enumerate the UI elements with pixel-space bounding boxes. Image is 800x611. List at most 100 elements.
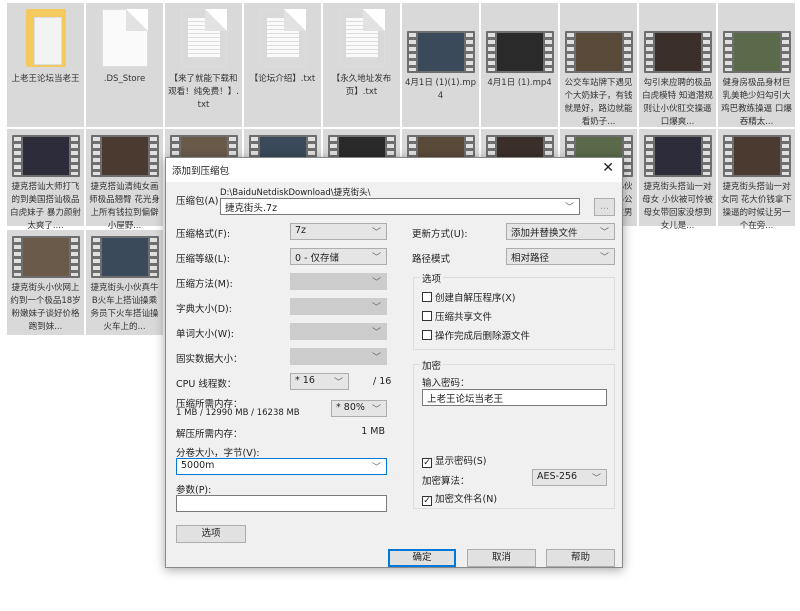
file-name: 捷克街头搭讪一对女同 花大价钱拿下操逼的时候让另一个在旁... (721, 182, 792, 231)
solid-select[interactable]: ﹀ (290, 348, 387, 365)
file-item[interactable]: 【论坛介绍】.txt (244, 3, 321, 127)
file-name: 捷克街头小伙网上约到一个极品18岁粉嫩妹子谈好价格跑到妹... (10, 283, 81, 332)
path-mode-select[interactable]: 相对路径 ﹀ (506, 248, 615, 265)
archive-name-combo[interactable]: 捷克街头.7z ﹀ (220, 198, 580, 215)
text-file-icon (338, 9, 385, 67)
format-select[interactable]: 7z ﹀ (290, 223, 387, 240)
video-thumbnail-icon (643, 31, 712, 73)
file-item[interactable]: 捷克搭讪清纯女画师极品翘臀 花光身上所有钱拉到偏僻小屋野... (86, 129, 163, 231)
video-thumbnail-icon (406, 31, 475, 73)
dict-select[interactable]: ﹀ (290, 298, 387, 315)
chevron-down-icon: ﹀ (371, 253, 381, 263)
update-value: 添加并替换文件 (511, 228, 578, 239)
params-label: 参数(P): (176, 485, 212, 496)
close-icon[interactable]: ✕ (602, 160, 614, 176)
text-file-icon (180, 9, 227, 67)
sfx-label: 创建自解压程序(X) (435, 293, 516, 304)
update-label: 更新方式(U): (412, 229, 468, 240)
checkmark-icon: ✓ (422, 458, 432, 468)
checkbox-icon (422, 330, 432, 340)
enc-method-value: AES-256 (537, 471, 578, 482)
ok-button[interactable]: 确定 (388, 549, 456, 567)
file-name: 【来了就能下载和观看！纯免费！】.txt (168, 74, 239, 110)
file-name: 勾引来应聘的极品白虎模特 知道潜规则让小伙肛交操逼口爆爽... (642, 78, 713, 127)
file-name: 捷克搭讪清纯女画师极品翘臀 花光身上所有钱拉到偏僻小屋野... (89, 182, 160, 231)
method-select[interactable]: ﹀ (290, 273, 387, 290)
options-group: 选项 创建自解压程序(X) 压缩共享文件 操作完成后删除源文件 (413, 271, 615, 350)
file-item[interactable]: 捷克街头小伙真牛B火车上搭讪操乘务员下火车搭讪操火车上的... (86, 230, 163, 335)
mem-percent-select[interactable]: * 80% ﹀ (331, 400, 387, 417)
file-item[interactable]: 健身房极品身材巨乳美艳少妇勾引大鸡巴教练操逼 口爆吞精太... (718, 3, 795, 127)
file-name: 4月1日 (1)(1).mp4 (405, 78, 476, 101)
chevron-down-icon: ﹀ (564, 203, 574, 213)
params-input[interactable] (176, 495, 387, 512)
add-to-archive-dialog: 添加到压缩包 ✕ 压缩包(A) D:\BaiduNetdiskDownload\… (165, 157, 623, 568)
level-select[interactable]: 0 - 仅存储 ﹀ (290, 248, 387, 265)
options-button[interactable]: 选项 (176, 525, 246, 543)
encryption-group-title: 加密 (420, 358, 444, 372)
folder-icon (25, 9, 66, 67)
cpu-max: / 16 (373, 376, 392, 387)
file-name: 【论坛介绍】.txt (249, 74, 316, 84)
file-item[interactable]: 公交车站牌下遇见个大奶妹子，有钱就是好，路边就能看奶子... (560, 3, 637, 127)
format-label: 压缩格式(F): (176, 229, 231, 240)
decomp-label: 解压所需内存： (176, 429, 243, 440)
video-thumbnail-icon (643, 135, 712, 177)
video-thumbnail-icon (722, 135, 791, 177)
browse-button[interactable]: ... (594, 198, 615, 216)
file-item[interactable]: .DS_Store (86, 3, 163, 127)
file-name: 捷克搭讪大师打飞的到美国搭讪极品白虎妹子 暴力颜射太爽了.... (10, 182, 81, 231)
password-label: 输入密码： (422, 378, 470, 389)
file-item[interactable]: 勾引来应聘的极品白虎模特 知道潜规则让小伙肛交操逼口爆爽... (639, 3, 716, 127)
checkbox-icon (422, 292, 432, 302)
video-thumbnail-icon (722, 31, 791, 73)
enc-method-label: 加密算法： (422, 476, 470, 487)
show-password-checkbox[interactable]: ✓ 显示密码(S) (422, 453, 486, 468)
chevron-down-icon: ﹀ (591, 474, 601, 484)
format-value: 7z (295, 225, 307, 236)
dialog-titlebar: 添加到压缩包 ✕ (166, 158, 622, 182)
encrypt-names-checkbox[interactable]: ✓ 加密文件名(N) (422, 491, 497, 506)
cancel-button[interactable]: 取消 (467, 549, 536, 567)
chevron-down-icon: ﹀ (371, 328, 381, 338)
file-item[interactable]: 上老王论坛当老王 (7, 3, 84, 127)
chevron-down-icon: ﹀ (371, 278, 381, 288)
file-item[interactable]: 【永久地址发布页】.txt (323, 3, 400, 127)
enc-method-select[interactable]: AES-256 ﹀ (532, 469, 607, 486)
file-item[interactable]: 4月1日 (1)(1).mp4 (402, 3, 479, 127)
chevron-down-icon: ﹀ (371, 463, 381, 473)
file-item[interactable]: 【来了就能下载和观看！纯免费！】.txt (165, 3, 242, 127)
video-thumbnail-icon (11, 135, 80, 177)
mem-percent-value: * 80% (336, 402, 365, 413)
help-button[interactable]: 帮助 (546, 549, 615, 567)
shared-label: 压缩共享文件 (435, 312, 493, 323)
mem-value: 1 MB / 12990 MB / 16238 MB (176, 408, 300, 418)
file-item[interactable]: 捷克街头搭讪一对母女 小伙被可怜被母女带回家没想到女儿是... (639, 129, 716, 231)
video-thumbnail-icon (11, 236, 80, 278)
shared-checkbox[interactable]: 压缩共享文件 (422, 309, 492, 323)
word-label: 单词大小(W): (176, 329, 235, 340)
password-input[interactable]: 上老王论坛当老王 (422, 389, 607, 406)
split-size-combo[interactable]: 5000m ﹀ (176, 458, 387, 475)
method-label: 压缩方法(M): (176, 279, 233, 290)
file-item[interactable]: 捷克街头搭讪一对女同 花大价钱拿下操逼的时候让另一个在旁... (718, 129, 795, 231)
sfx-checkbox[interactable]: 创建自解压程序(X) (422, 290, 515, 304)
cpu-label: CPU 线程数： (176, 379, 237, 390)
update-select[interactable]: 添加并替换文件 ﹀ (506, 223, 615, 240)
options-group-title: 选项 (420, 271, 444, 285)
file-name: 捷克街头搭讪一对母女 小伙被可怜被母女带回家没想到女儿是... (642, 182, 713, 231)
encryption-group: 加密 输入密码： 上老王论坛当老王 ✓ 显示密码(S) 加密算法： AES-256… (413, 358, 615, 509)
file-item[interactable]: 捷克街头小伙网上约到一个极品18岁粉嫩妹子谈好价格跑到妹... (7, 230, 84, 335)
video-thumbnail-icon (564, 31, 633, 73)
cpu-select[interactable]: * 16 ﹀ (290, 373, 349, 390)
file-item[interactable]: 捷克搭讪大师打飞的到美国搭讪极品白虎妹子 暴力颜射太爽了.... (7, 129, 84, 231)
archive-label: 压缩包(A) (176, 196, 219, 207)
word-select[interactable]: ﹀ (290, 323, 387, 340)
file-name: 上老王论坛当老王 (11, 74, 80, 84)
file-item[interactable]: 4月1日 (1).mp4 (481, 3, 558, 127)
file-name: 捷克街头小伙真牛B火车上搭讪操乘务员下火车搭讪操火车上的... (90, 283, 159, 332)
text-file-icon (259, 9, 306, 67)
delete-source-checkbox[interactable]: 操作完成后删除源文件 (422, 328, 530, 342)
encrypt-names-label: 加密文件名(N) (435, 494, 498, 505)
file-name: 4月1日 (1).mp4 (487, 78, 552, 88)
